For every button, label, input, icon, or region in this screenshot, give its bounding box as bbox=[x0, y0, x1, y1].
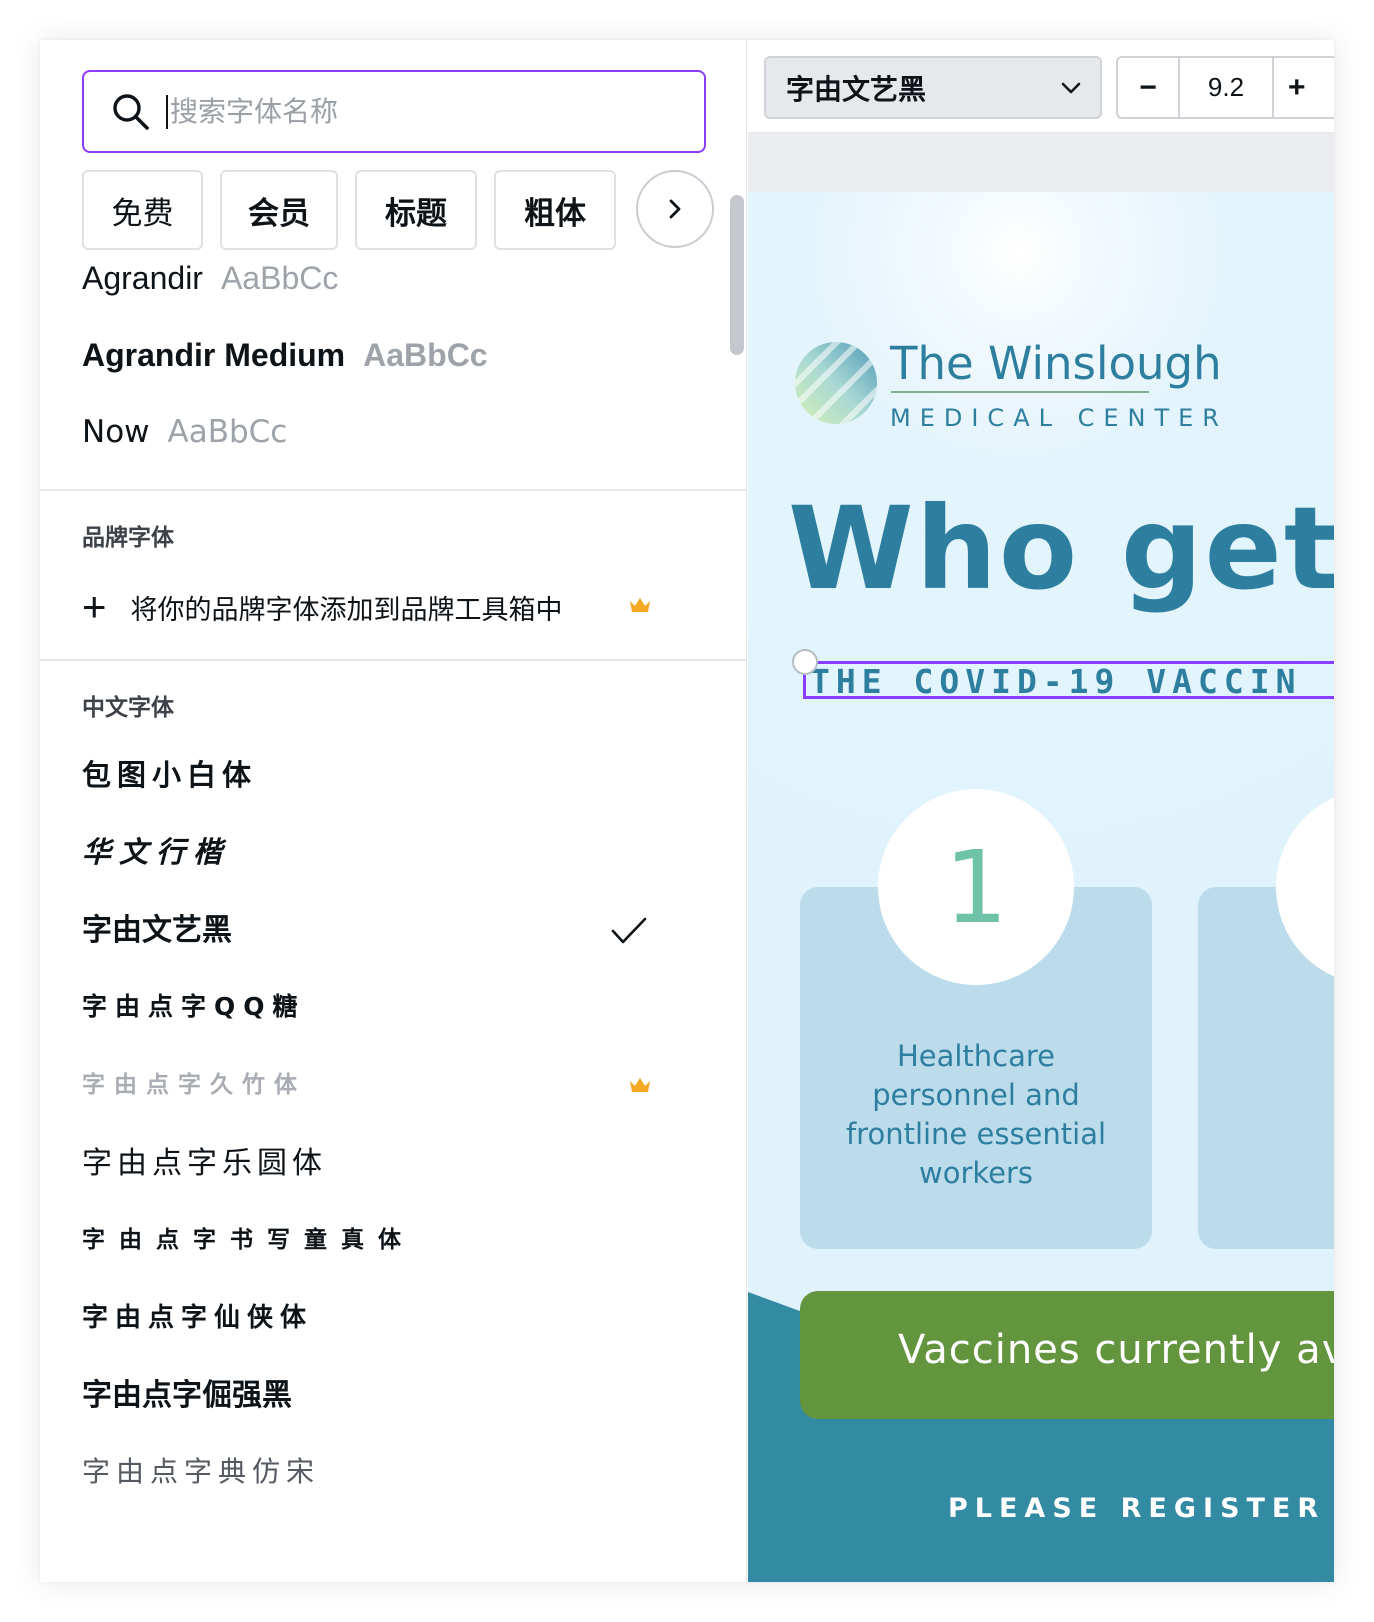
font-sample: AaBbCc bbox=[220, 259, 339, 296]
font-name: Agrandir Medium bbox=[82, 336, 346, 373]
text-caret bbox=[166, 94, 168, 129]
font-family-value: 字由文艺黑 bbox=[786, 72, 927, 106]
font-item[interactable]: 字由点字QQ糖 bbox=[82, 980, 306, 1030]
font-item-agrandir-medium[interactable]: Agrandir Medium AaBbCc bbox=[82, 325, 488, 385]
font-name: 字由文艺黑 bbox=[82, 913, 232, 948]
scrollbar-thumb[interactable] bbox=[730, 195, 744, 355]
crown-icon bbox=[630, 598, 650, 612]
font-item[interactable]: 字由点字书写童真体 bbox=[82, 1212, 415, 1262]
crown-icon bbox=[630, 1078, 650, 1092]
selection-box[interactable] bbox=[803, 661, 1334, 699]
add-brand-font-button[interactable]: + 将你的品牌字体添加到品牌工具箱中 bbox=[82, 585, 563, 629]
org-subtitle: MEDICAL CENTER bbox=[890, 404, 1228, 432]
font-item[interactable]: 字由点字久竹体 bbox=[82, 1057, 306, 1107]
chevron-right-icon bbox=[669, 199, 681, 219]
divider bbox=[40, 659, 746, 661]
font-sample: AaBbCc bbox=[363, 336, 488, 373]
font-name: 字由点字乐圆体 bbox=[82, 1146, 327, 1181]
filter-member-button[interactable]: 会员 bbox=[220, 170, 338, 250]
filter-bold-button[interactable]: 粗体 bbox=[494, 170, 616, 250]
brand-fonts-title: 品牌字体 bbox=[82, 525, 174, 551]
font-item-agrandir[interactable]: Agrandir AaBbCc bbox=[82, 248, 338, 308]
font-name: Now bbox=[82, 414, 150, 450]
org-name: The Winslough bbox=[890, 337, 1222, 390]
chevron-down-icon bbox=[1061, 82, 1081, 93]
next-filters-button[interactable] bbox=[636, 170, 714, 248]
font-name: 华文行楷 bbox=[82, 835, 231, 869]
filter-chips: 免费 会员 标题 粗体 bbox=[82, 170, 616, 250]
design-canvas[interactable]: The Winslough MEDICAL CENTER Who gets t … bbox=[748, 192, 1334, 1582]
text-toolbar: 字由文艺黑 − 9.2 + bbox=[748, 40, 1334, 133]
font-panel: 免费 会员 标题 粗体 Agrandir AaBbCc Agrandir Med… bbox=[40, 40, 747, 1582]
headline-text[interactable]: Who gets t bbox=[788, 482, 1334, 615]
logo-icon bbox=[795, 342, 877, 424]
card2-text: Se PWDs co indiv th bbox=[1198, 1017, 1334, 1212]
font-name: 字由点字倔强黑 bbox=[82, 1378, 292, 1413]
divider bbox=[40, 489, 746, 491]
editor-area: 字由文艺黑 − 9.2 + The Winslough MEDICAL CENT… bbox=[748, 40, 1334, 1582]
font-name: 字由点字久竹体 bbox=[82, 1072, 306, 1098]
filter-free-button[interactable]: 免费 bbox=[82, 170, 203, 250]
vaccine-banner-text: Vaccines currently av bbox=[898, 1327, 1334, 1373]
decrease-size-button[interactable]: − bbox=[1118, 58, 1180, 117]
filter-title-button[interactable]: 标题 bbox=[355, 170, 477, 250]
card1-text: Healthcare personnel and frontline essen… bbox=[845, 1039, 1107, 1190]
font-name: 字由点字QQ糖 bbox=[82, 992, 306, 1021]
font-item[interactable]: 华文行楷 bbox=[82, 825, 230, 875]
register-text: PLEASE REGISTER FO bbox=[948, 1493, 1334, 1524]
increase-size-button[interactable]: + bbox=[1274, 58, 1334, 117]
font-item[interactable]: 字由点字乐圆体 bbox=[82, 1135, 327, 1185]
font-size-stepper: − 9.2 + bbox=[1116, 56, 1334, 119]
card-number: 1 bbox=[944, 828, 1008, 946]
font-name: Agrandir bbox=[82, 259, 203, 296]
font-item-now[interactable]: Now AaBbCc bbox=[82, 402, 287, 462]
org-underline bbox=[891, 391, 1149, 393]
search-box[interactable] bbox=[82, 70, 706, 153]
font-item[interactable]: 字由点字典仿宋 bbox=[82, 1445, 320, 1495]
add-brand-font-label: 将你的品牌字体添加到品牌工具箱中 bbox=[130, 594, 563, 626]
font-name: 字由点字典仿宋 bbox=[82, 1455, 321, 1488]
app-window: 免费 会员 标题 粗体 Agrandir AaBbCc Agrandir Med… bbox=[40, 40, 1334, 1582]
font-item[interactable]: 包图小白体 bbox=[82, 748, 257, 798]
chinese-fonts-title: 中文字体 bbox=[82, 695, 174, 721]
search-input[interactable] bbox=[170, 81, 670, 142]
font-item-selected[interactable]: 字由文艺黑 bbox=[82, 902, 232, 952]
font-name: 字由点字仙侠体 bbox=[82, 1302, 314, 1333]
font-name: 包图小白体 bbox=[82, 758, 258, 792]
check-icon bbox=[611, 917, 647, 944]
resize-handle[interactable] bbox=[792, 649, 818, 675]
font-item[interactable]: 字由点字仙侠体 bbox=[82, 1290, 313, 1340]
font-name: 字由点字书写童真体 bbox=[82, 1226, 415, 1253]
font-size-input[interactable]: 9.2 bbox=[1180, 58, 1274, 117]
search-icon bbox=[113, 93, 149, 130]
font-item[interactable]: 字由点字倔强黑 bbox=[82, 1367, 292, 1417]
font-family-dropdown[interactable]: 字由文艺黑 bbox=[764, 56, 1102, 119]
font-sample: AaBbCc bbox=[167, 414, 288, 450]
plus-icon: + bbox=[82, 583, 107, 630]
